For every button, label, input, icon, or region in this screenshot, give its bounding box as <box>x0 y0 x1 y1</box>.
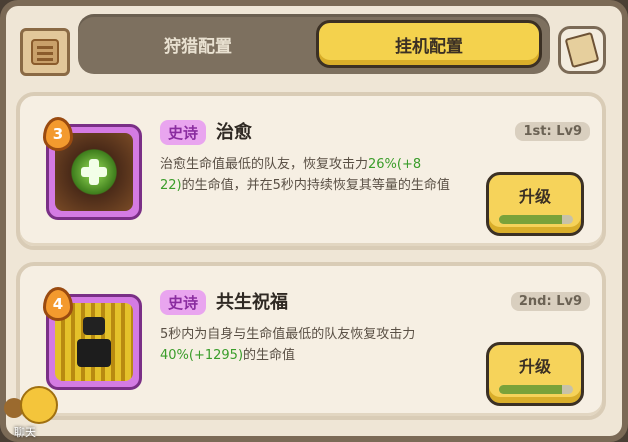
skill-order-badge: 3 <box>43 117 73 151</box>
blessing-skill-icon[interactable]: 4 <box>43 287 142 390</box>
tab-hunt-config[interactable]: 狩猎配置 <box>88 20 308 68</box>
rarity-badge: 史诗 <box>160 120 207 145</box>
skill-name: 共生祝福 <box>216 292 288 313</box>
skill-order-badge: 4 <box>43 287 73 321</box>
skill-level: 1st: Lv9 <box>515 122 590 141</box>
rarity-badge: 史诗 <box>160 290 207 315</box>
note-icon[interactable] <box>558 26 606 74</box>
upgrade-progress <box>499 215 573 224</box>
skill-level: 2nd: Lv9 <box>510 292 590 311</box>
tab-group: 狩猎配置 挂机配置 <box>78 14 550 74</box>
scroll-icon[interactable] <box>20 28 70 76</box>
skill-card: 4 史诗 共生祝福 2nd: Lv9 5秒内为自身与生命值最低的队友恢复攻击力 4… <box>16 262 606 420</box>
upgrade-button[interactable]: 升级 <box>486 172 584 236</box>
chat-label: 聊天 <box>14 426 36 439</box>
skill-card: 3 史诗 治愈 1st: Lv9 治愈生命值最低的队友，恢复攻击力26%(+8 2… <box>16 92 606 250</box>
skill-description: 5秒内为自身与生命值最低的队友恢复攻击力 40%(+1295)的生命值 <box>160 327 416 363</box>
heal-skill-icon[interactable]: 3 <box>43 117 142 220</box>
top-bar: 狩猎配置 挂机配置 <box>6 4 618 80</box>
chat-button[interactable]: 聊天 <box>0 386 66 442</box>
tab-idle-config[interactable]: 挂机配置 <box>316 20 542 68</box>
upgrade-progress <box>499 385 573 394</box>
skill-name: 治愈 <box>216 122 252 143</box>
upgrade-button[interactable]: 升级 <box>486 342 584 406</box>
skill-description: 治愈生命值最低的队友，恢复攻击力26%(+8 22)的生命值，并在5秒内持续恢复其… <box>160 157 450 193</box>
emoji-icon <box>20 386 58 424</box>
